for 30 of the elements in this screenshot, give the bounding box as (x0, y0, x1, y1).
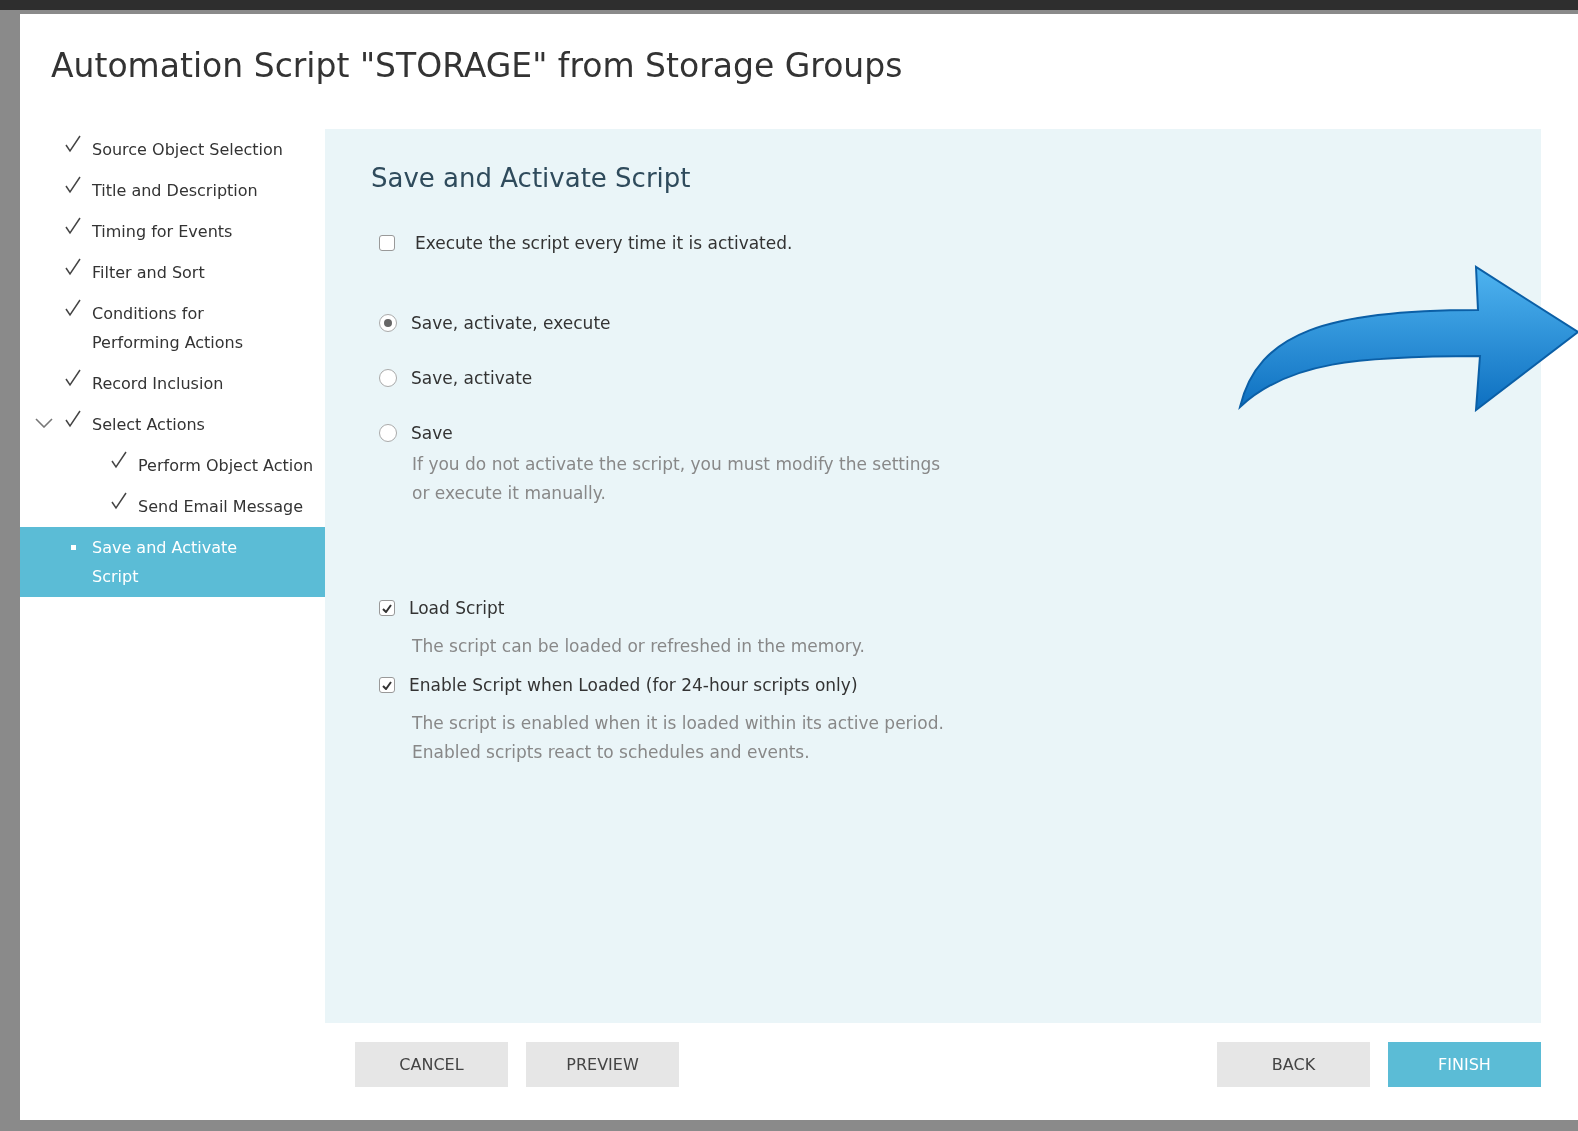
chevron-icon[interactable] (35, 418, 53, 428)
help-text: The script can be loaded or refreshed in the memory. (412, 635, 866, 658)
step-item[interactable]: Title and Description (20, 170, 325, 211)
secondary-button[interactable]: CANCEL (355, 1042, 508, 1087)
step-item[interactable]: Filter and Sort (20, 252, 325, 293)
checkbox[interactable] (379, 235, 395, 251)
secondary-button[interactable]: PREVIEW (526, 1042, 679, 1087)
help-text: If you do not activate the script, you must modify the settings or execute it manually. (412, 453, 942, 505)
step-item[interactable]: Send Email Message (20, 486, 325, 527)
radio-label: Save, activate, execute (411, 313, 611, 333)
checkbox[interactable] (379, 600, 395, 616)
radio-label: Save, activate (411, 368, 533, 388)
step-item[interactable]: Conditions for Performing Actions (20, 293, 325, 363)
radio-button[interactable] (379, 369, 397, 387)
section-heading: Save and Activate Script (371, 163, 692, 193)
radio-label: Save (411, 423, 453, 443)
radio-button[interactable] (379, 424, 397, 442)
checkbox[interactable] (379, 677, 395, 693)
step-item[interactable]: Perform Object Action (20, 445, 325, 486)
radio-button[interactable] (379, 314, 397, 332)
secondary-button[interactable]: BACK (1217, 1042, 1370, 1087)
step-item[interactable]: Source Object Selection (20, 129, 325, 170)
dialog-title: Automation Script "STORAGE" from Storage Groups (50, 45, 904, 87)
help-text: The script is enabled when it is loaded within its active period. Enabled scripts react to schedules and events. (412, 712, 945, 764)
checkbox-label: Load Script (409, 598, 505, 618)
checkbox-label: Enable Script when Loaded (for 24-hour scripts only) (409, 675, 858, 695)
checkbox-label: Execute the script every time it is activated. (415, 233, 793, 253)
step-item[interactable]: Timing for Events (20, 211, 325, 252)
step-item[interactable]: Select Actions (20, 404, 325, 445)
step-item[interactable]: Record Inclusion (20, 363, 325, 404)
